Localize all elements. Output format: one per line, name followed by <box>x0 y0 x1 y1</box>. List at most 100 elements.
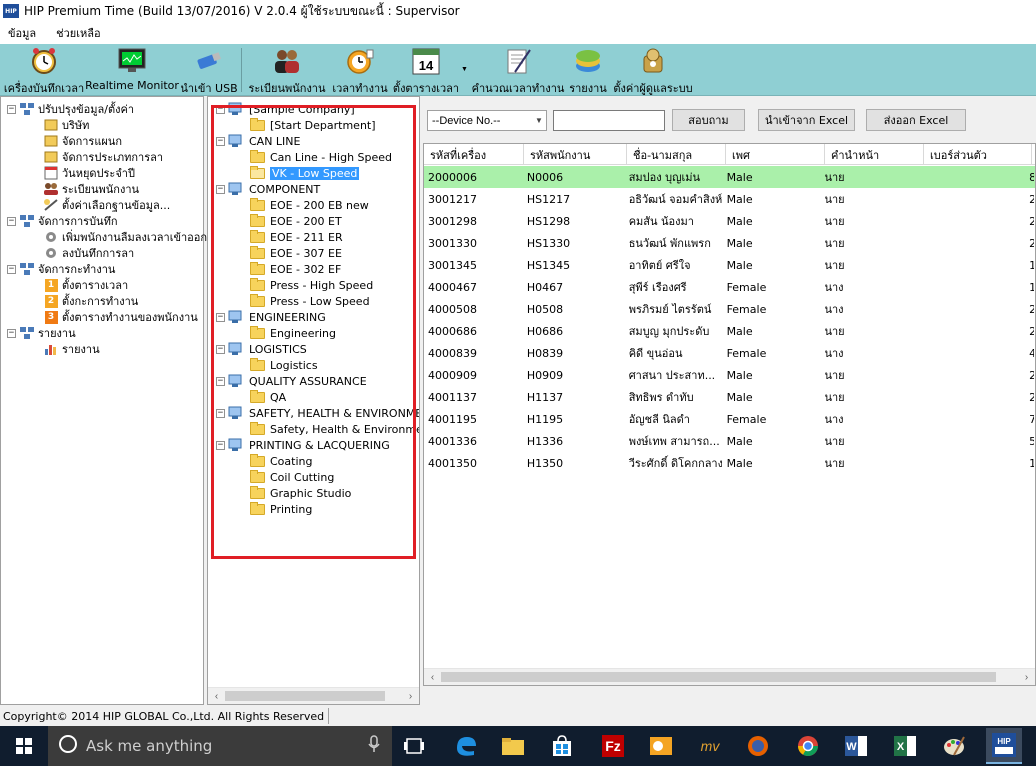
tree-group-node[interactable]: − LOGISTICS <box>216 341 307 357</box>
collapse-icon[interactable]: − <box>216 104 225 114</box>
query-button[interactable]: สอบถาม <box>672 109 745 131</box>
nav-item-leave-record[interactable]: ลงบันทึกการลา <box>43 245 134 261</box>
collapse-icon[interactable]: − <box>216 376 225 386</box>
collapse-icon[interactable]: − <box>7 264 16 274</box>
realtime-monitor-button[interactable]: Realtime Monitor <box>85 46 179 94</box>
tree-group-node[interactable]: − QUALITY ASSURANCE <box>216 373 367 389</box>
nav-item-report[interactable]: รายงาน <box>43 341 100 357</box>
export-excel-button[interactable]: ส่งออก Excel <box>866 109 966 131</box>
microphone-icon[interactable] <box>368 735 380 757</box>
tree-department-node[interactable]: VK - Low Speed <box>250 165 360 181</box>
nav-group-records[interactable]: − จัดการการบันทึก <box>7 213 118 229</box>
collapse-icon[interactable]: − <box>216 408 225 418</box>
scroll-thumb[interactable] <box>225 691 385 701</box>
tree-department-node[interactable]: EOE - 211 ER <box>250 229 343 245</box>
mv-icon[interactable]: mv <box>694 730 726 762</box>
file-explorer-icon[interactable] <box>497 730 529 762</box>
nav-item-company[interactable]: บริษัท <box>43 117 89 133</box>
paint-icon[interactable] <box>938 730 970 762</box>
tree-department-node[interactable]: Engineering <box>250 325 336 341</box>
collapse-icon[interactable]: − <box>7 328 16 338</box>
nav-item-departments[interactable]: จัดการแผนก <box>43 133 122 149</box>
tree-department-node[interactable]: Graphic Studio <box>250 485 351 501</box>
edge-icon[interactable] <box>450 730 482 762</box>
time-recorder-button[interactable]: เครื่องบันทึกเวลา <box>4 46 84 95</box>
column-header[interactable]: เบอร์ส่วนตัว <box>924 144 1032 165</box>
filezilla-icon[interactable]: Fz <box>597 730 629 762</box>
scroll-left-icon[interactable]: ‹ <box>208 691 225 702</box>
table-row[interactable]: 4001195 H1195 อัญชลี นิลดำ Female นาง 7 <box>424 408 1035 430</box>
collapse-icon[interactable]: − <box>7 104 16 114</box>
column-header[interactable]: คำนำหน้า <box>825 144 924 165</box>
table-row[interactable]: 3001298 HS1298 คมสัน น้องมา Male นาย 2 <box>424 210 1035 232</box>
tree-group-node[interactable]: − PRINTING & LACQUERING <box>216 437 390 453</box>
collapse-icon[interactable]: − <box>216 312 225 322</box>
table-row[interactable]: 4000839 H0839 คิดี ขุนอ่อน Female นาง 4 <box>424 342 1035 364</box>
tree-department-node[interactable]: Coil Cutting <box>250 469 334 485</box>
tree-group-node[interactable]: − [Sample Company] <box>216 101 355 117</box>
tree-department-node[interactable]: [Start Department] <box>250 117 376 133</box>
taskbar-search[interactable]: Ask me anything <box>48 726 392 766</box>
tree-group-node[interactable]: − COMPONENT <box>216 181 320 197</box>
nav-item-timetable[interactable]: 1 ตั้งตารางเวลา <box>43 277 128 293</box>
tree-department-node[interactable]: Printing <box>250 501 312 517</box>
import-excel-button[interactable]: นำเข้าจาก Excel <box>758 109 855 131</box>
tree-department-node[interactable]: Safety, Health & Environment <box>250 421 419 437</box>
device-select[interactable]: --Device No.-- ▼ <box>427 110 547 131</box>
nav-group-reports[interactable]: − รายงาน <box>7 325 76 341</box>
tree-department-node[interactable]: Press - High Speed <box>250 277 373 293</box>
table-row[interactable]: 4000909 H0909 ศาสนา ประสาท... Male นาย 2 <box>424 364 1035 386</box>
nav-item-shift-setup[interactable]: 2 ตั้งกะการทำงาน <box>43 293 138 309</box>
tree-department-node[interactable]: QA <box>250 389 286 405</box>
table-row[interactable]: 3001345 HS1345 อาทิตย์ ศรีใจ Male นาย 1 <box>424 254 1035 276</box>
set-schedule-button[interactable]: 14 ตั้งตารางเวลา <box>393 46 459 95</box>
nav-group-setup[interactable]: − ปรับปรุงข้อมูล/ตั้งค่า <box>7 101 134 117</box>
scroll-right-icon[interactable]: › <box>402 691 419 702</box>
store-icon[interactable] <box>546 730 578 762</box>
nav-item-leave-types[interactable]: จัดการประเภทการลา <box>43 149 163 165</box>
table-row[interactable]: 3001330 HS1330 ธนวัฒน์ พักแพรก Male นาย 2 <box>424 232 1035 254</box>
search-input[interactable] <box>553 110 665 131</box>
table-horizontal-scrollbar[interactable]: ‹ › <box>424 668 1035 685</box>
outlook-icon[interactable] <box>645 730 677 762</box>
tree-group-node[interactable]: − ENGINEERING <box>216 309 326 325</box>
collapse-icon[interactable]: − <box>7 216 16 226</box>
nav-item-database-settings[interactable]: ตั้งค่าเลือกฐานข้อมูล... <box>43 197 170 213</box>
scroll-right-icon[interactable]: › <box>1018 672 1035 683</box>
tree-department-node[interactable]: EOE - 200 ET <box>250 213 342 229</box>
nav-item-employees[interactable]: ระเบียนพนักงาน <box>43 181 139 197</box>
nav-group-shifts[interactable]: − จัดการกะทำงาน <box>7 261 115 277</box>
table-row[interactable]: 3001217 HS1217 อธิวัฒน์ จอมคำสิงห์Male นาย 2 <box>424 188 1035 210</box>
hip-app-icon[interactable]: HIP <box>986 728 1022 764</box>
menu-help[interactable]: ช่วยเหลือ <box>56 24 100 42</box>
column-header[interactable]: ส <box>1032 144 1035 165</box>
collapse-icon[interactable]: − <box>216 344 225 354</box>
tree-department-node[interactable]: EOE - 200 EB new <box>250 197 369 213</box>
nav-item-holidays[interactable]: วันหยุดประจำปี <box>43 165 135 181</box>
task-view-icon[interactable] <box>398 730 430 762</box>
menu-data[interactable]: ข้อมูล <box>8 24 36 42</box>
collapse-icon[interactable]: − <box>216 184 225 194</box>
table-row[interactable]: 4001350 H1350 วีระศักดิ์ ดิโคกกลางMale นาย 1 <box>424 452 1035 474</box>
report-button[interactable]: รายงาน <box>568 46 608 95</box>
collapse-icon[interactable]: − <box>216 440 225 450</box>
tree-department-node[interactable]: Logistics <box>250 357 318 373</box>
table-row[interactable]: 4000467 H0467 สุพีร์ เรืองศรี Female นาง 1 <box>424 276 1035 298</box>
column-header[interactable]: รหัสที่เครื่อง <box>424 144 524 165</box>
excel-icon[interactable]: X <box>889 730 921 762</box>
tree-group-node[interactable]: − CAN LINE <box>216 133 300 149</box>
tree-horizontal-scrollbar[interactable]: ‹ › <box>208 687 419 704</box>
table-row[interactable]: 2000006 N0006 สมปอง บุญเม่น Male นาย 8 <box>424 166 1035 188</box>
table-row[interactable]: 4000508 H0508 พรภิรมย์ ไตรรัตน์ Female นาง 2 <box>424 298 1035 320</box>
table-row[interactable]: 4000686 H0686 สมบูญ มุกประดับ Male นาย 2 <box>424 320 1035 342</box>
tree-department-node[interactable]: Coating <box>250 453 312 469</box>
nav-item-forgot-clock[interactable]: เพิ่มพนักงานลืมลงเวลาเข้าออก <box>43 229 207 245</box>
scroll-left-icon[interactable]: ‹ <box>424 672 441 683</box>
tree-department-node[interactable]: EOE - 302 EF <box>250 261 341 277</box>
scroll-thumb[interactable] <box>441 672 996 682</box>
table-row[interactable]: 4001137 H1137 สิทธิพร ดำทับ Male นาย 2 <box>424 386 1035 408</box>
tree-department-node[interactable]: Press - Low Speed <box>250 293 370 309</box>
employee-registry-button[interactable]: ระเบียนพนักงาน <box>248 46 326 95</box>
tree-group-node[interactable]: − SAFETY, HEALTH & ENVIRONMENT <box>216 405 419 421</box>
tree-department-node[interactable]: Can Line - High Speed <box>250 149 392 165</box>
